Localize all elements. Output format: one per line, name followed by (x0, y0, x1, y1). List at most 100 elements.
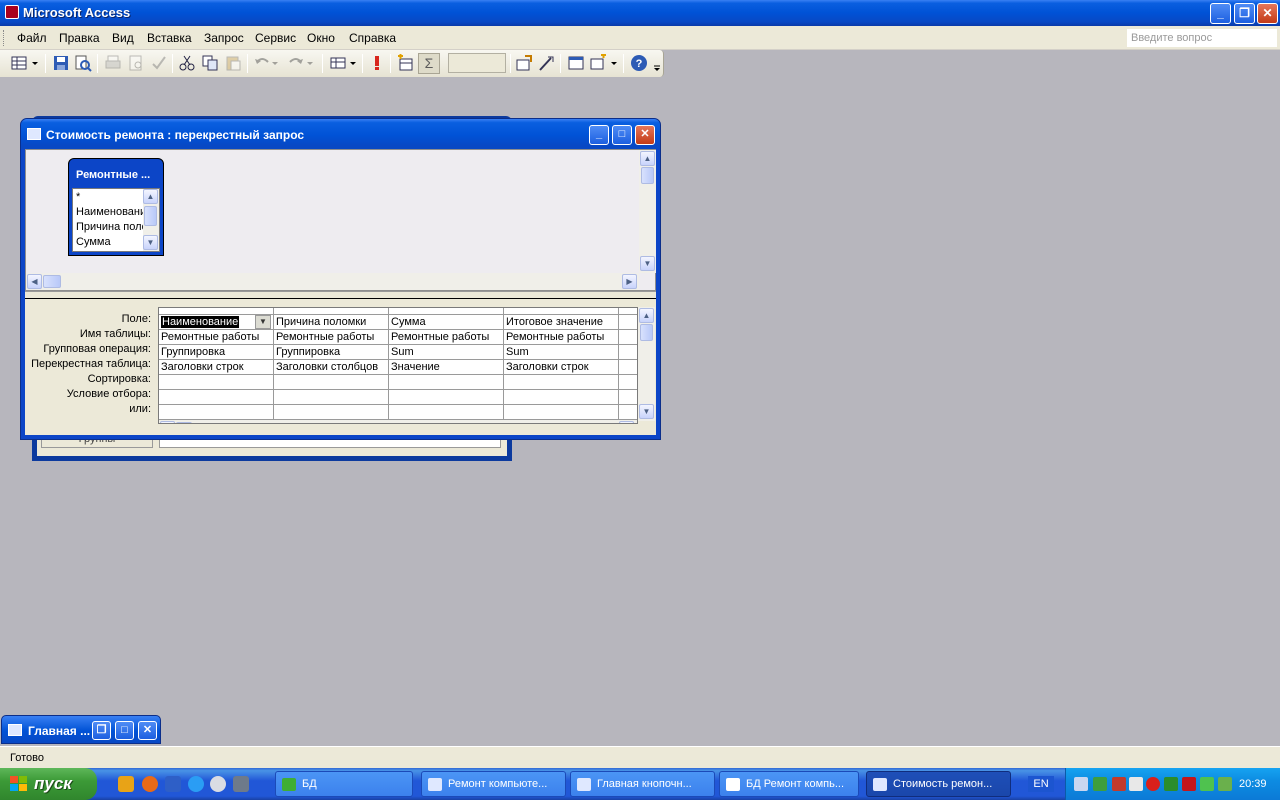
grid-cell-field[interactable]: Сумма (389, 315, 504, 330)
tray-app-icon[interactable] (1200, 777, 1214, 791)
grid-cell-or[interactable] (619, 405, 637, 420)
new-object-icon[interactable] (589, 54, 607, 72)
menu-grip[interactable] (3, 30, 6, 46)
taskbar-item[interactable]: БД (275, 771, 413, 797)
scroll-thumb[interactable] (641, 167, 654, 184)
scroll-down-icon[interactable]: ▼ (640, 256, 655, 271)
help-icon[interactable]: ? (630, 54, 648, 72)
grid-cell-or[interactable] (389, 405, 504, 420)
properties-icon[interactable] (515, 54, 533, 72)
grid-hscrollbar[interactable]: ◀ ▶ (159, 420, 637, 423)
design-grid[interactable]: Наименование ▼ Ремонтные работы Группиров… (158, 307, 638, 424)
clock[interactable]: 20:39 (1239, 778, 1267, 790)
tray-app-icon[interactable] (1093, 777, 1107, 791)
grid-cell-table[interactable]: Ремонтные работы (274, 330, 389, 345)
firefox-icon[interactable] (142, 776, 158, 792)
grid-cell-criteria[interactable] (389, 390, 504, 405)
field-list[interactable]: * Наименование Причина поломки Сумма ▲ ▼ (72, 188, 160, 252)
grid-cell-group[interactable]: Sum (389, 345, 504, 360)
grid-cell-sort[interactable] (389, 375, 504, 390)
scroll-right-icon[interactable]: ▶ (619, 421, 634, 423)
field-list-window[interactable]: Ремонтные ... * Наименование Причина пол… (68, 158, 164, 256)
form-icon[interactable] (8, 724, 22, 736)
column-selector[interactable] (274, 308, 389, 315)
grid-cell-field[interactable]: Итоговое значение (504, 315, 619, 330)
grid-cell-table[interactable]: Ремонтные работы (504, 330, 619, 345)
grid-cell-group[interactable] (619, 345, 637, 360)
query-minimize-button[interactable]: _ (589, 125, 609, 145)
taskbar-item[interactable]: Ремонт компьюте... (421, 771, 566, 797)
grid-cell-crosstab[interactable] (619, 360, 637, 375)
paste-icon[interactable] (224, 54, 242, 72)
menu-edit[interactable]: Правка (59, 31, 100, 45)
toolbar-options-icon[interactable] (652, 54, 662, 72)
redo-icon[interactable] (287, 54, 305, 72)
grid-cell-crosstab[interactable]: Значение (389, 360, 504, 375)
grid-cell-group[interactable]: Группировка (274, 345, 389, 360)
restore-button[interactable]: ❐ (1234, 3, 1255, 24)
scroll-left-icon[interactable]: ◀ (160, 421, 175, 423)
scroll-down-icon[interactable]: ▼ (639, 404, 654, 419)
grid-cell-group[interactable]: Sum (504, 345, 619, 360)
column-selector[interactable] (389, 308, 504, 315)
view-dropdown-icon[interactable] (29, 54, 41, 72)
grid-cell-sort[interactable] (504, 375, 619, 390)
tray-app-icon[interactable] (1164, 777, 1178, 791)
view-icon[interactable] (10, 54, 28, 72)
grid-cell-crosstab[interactable]: Заголовки строк (504, 360, 619, 375)
network-icon[interactable] (1074, 777, 1088, 791)
field-list-item[interactable]: Сумма (76, 236, 144, 248)
grid-cell-criteria[interactable] (274, 390, 389, 405)
new-object-dropdown-icon[interactable] (609, 54, 619, 72)
tray-app-icon[interactable] (1112, 777, 1126, 791)
print-icon[interactable] (104, 54, 122, 72)
field-list-scrollbar[interactable]: ▲ ▼ (143, 189, 159, 251)
volume-icon[interactable] (1129, 777, 1143, 791)
redo-dropdown-icon[interactable] (305, 54, 315, 72)
grid-cell-table[interactable] (619, 330, 637, 345)
scroll-up-icon[interactable]: ▲ (639, 308, 654, 323)
language-indicator[interactable]: EN (1028, 776, 1054, 792)
internet-explorer-icon[interactable] (188, 776, 204, 792)
scroll-left-icon[interactable]: ◀ (27, 274, 42, 289)
builder-icon[interactable] (537, 54, 555, 72)
column-selector[interactable] (504, 308, 619, 315)
column-selector[interactable] (159, 308, 274, 315)
field-list-item[interactable]: * (76, 191, 144, 203)
tray-app-icon[interactable] (1182, 777, 1196, 791)
grid-cell-criteria[interactable] (619, 390, 637, 405)
access-app-icon[interactable] (5, 5, 19, 19)
ask-question-input[interactable]: Введите вопрос (1127, 29, 1277, 47)
grid-cell-crosstab[interactable]: Заголовки строк (159, 360, 274, 375)
app-title-bar[interactable]: Microsoft Access _ ❐ ✕ (0, 0, 1280, 26)
grid-vscrollbar[interactable]: ▲ ▼ (638, 307, 655, 421)
grid-cell-or[interactable] (274, 405, 389, 420)
cut-icon[interactable] (178, 54, 196, 72)
close-button[interactable]: ✕ (138, 721, 157, 740)
nvidia-icon[interactable] (1218, 777, 1232, 791)
grid-cell-or[interactable] (504, 405, 619, 420)
grid-cell-criteria[interactable] (159, 390, 274, 405)
grid-cell-field[interactable]: Причина поломки (274, 315, 389, 330)
copy-icon[interactable] (201, 54, 219, 72)
spelling-icon[interactable] (150, 54, 168, 72)
table-pane[interactable]: Ремонтные ... * Наименование Причина пол… (25, 149, 656, 291)
pane-splitter[interactable] (25, 291, 656, 299)
scroll-right-icon[interactable]: ▶ (622, 274, 637, 289)
save-icon[interactable] (52, 54, 70, 72)
top-values-combo[interactable] (448, 53, 506, 73)
print-preview-icon[interactable] (127, 54, 145, 72)
quicklaunch-icon[interactable] (210, 776, 226, 792)
grid-cell-table[interactable]: Ремонтные работы (389, 330, 504, 345)
scroll-down-icon[interactable]: ▼ (143, 235, 158, 250)
table-pane-hscrollbar[interactable]: ◀ ▶ (26, 273, 639, 290)
menu-file[interactable]: Файл (17, 31, 47, 45)
totals-button[interactable]: Σ (418, 53, 440, 74)
grid-cell-field[interactable] (619, 315, 637, 330)
selected-field-text[interactable]: Наименование (161, 316, 240, 328)
start-button[interactable]: пуск (0, 768, 97, 800)
grid-cell-criteria[interactable] (504, 390, 619, 405)
database-window-icon[interactable] (567, 54, 585, 72)
scroll-thumb[interactable] (43, 275, 61, 288)
field-list-item[interactable]: Наименование (76, 206, 144, 218)
